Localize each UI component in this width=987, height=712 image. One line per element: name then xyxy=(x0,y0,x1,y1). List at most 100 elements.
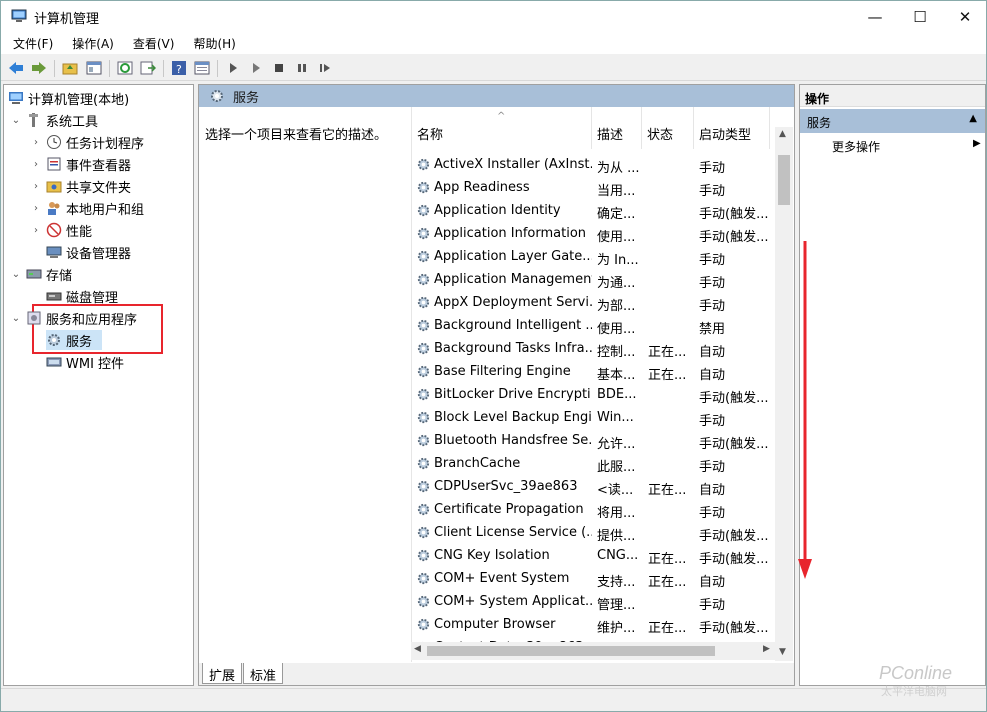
scroll-down-icon[interactable]: ▼ xyxy=(779,647,786,657)
tree-item-event-viewer[interactable]: › 事件查看器 xyxy=(30,154,131,174)
table-row[interactable]: BitLocker Drive Encrypti... BDE... 手动(触发..… xyxy=(412,383,777,406)
expand-icon[interactable]: › xyxy=(30,181,42,192)
tree-item-services-apps[interactable]: ⌄ 服务和应用程序 xyxy=(10,308,137,328)
tree-item-task-scheduler[interactable]: › 任务计划程序 xyxy=(30,132,144,152)
table-row[interactable]: Block Level Backup Engi... Win... 手动 xyxy=(412,406,777,429)
service-startup-type: 手动 xyxy=(699,253,726,268)
table-row[interactable]: CDPUserSvc_39ae863 <读... 正在... 自动 xyxy=(412,475,777,498)
help-icon[interactable]: ? xyxy=(170,59,188,77)
start-service-2-icon[interactable] xyxy=(247,59,265,77)
service-description: 此服... xyxy=(597,460,636,475)
maximize-button[interactable]: ☐ xyxy=(897,1,943,32)
menu-help[interactable]: 帮助(H) xyxy=(181,32,242,54)
actions-section-services[interactable]: 服务 ▲ xyxy=(800,109,985,133)
menu-action[interactable]: 操作(A) xyxy=(60,32,121,54)
table-row[interactable]: Base Filtering Engine 基本... 正在... 自动 xyxy=(412,360,777,383)
tree-item-system-tools[interactable]: ⌄ 系统工具 xyxy=(10,110,98,130)
scroll-right-icon[interactable]: ▶ xyxy=(763,644,770,654)
expand-icon[interactable]: › xyxy=(30,225,42,236)
service-status: 正在... xyxy=(648,621,687,636)
start-service-icon[interactable] xyxy=(224,59,242,77)
service-name: Application Identity xyxy=(434,203,561,218)
table-row[interactable]: Application Information 使用... 手动(触发... xyxy=(412,222,777,245)
services-pane: 服务 选择一个项目来查看它的描述。 名称 ^ 描述 状态 启动类型 ActiveX… xyxy=(198,84,795,686)
export-list-icon[interactable] xyxy=(139,59,157,77)
table-row[interactable]: Background Intelligent ... 使用... 禁用 xyxy=(412,314,777,337)
table-row[interactable]: COM+ Event System 支持... 正在... 自动 xyxy=(412,567,777,590)
scroll-left-icon[interactable]: ◀ xyxy=(414,644,421,654)
service-startup-type: 手动(触发... xyxy=(699,552,769,567)
table-row[interactable]: Application Management 为通... 手动 xyxy=(412,268,777,291)
column-header-startup[interactable]: 启动类型 xyxy=(694,107,770,149)
menu-file[interactable]: 文件(F) xyxy=(1,32,60,54)
table-row[interactable]: App Readiness 当用... 手动 xyxy=(412,176,777,199)
minimize-button[interactable]: — xyxy=(852,1,898,32)
services-title: 服务 xyxy=(233,90,260,106)
horizontal-scrollbar[interactable]: ◀ ▶ xyxy=(411,642,776,660)
service-name: Application Management xyxy=(434,272,592,287)
tree-item-device-manager[interactable]: 设备管理器 xyxy=(46,242,131,262)
tab-extended[interactable]: 扩展 xyxy=(202,663,243,684)
scroll-up-icon[interactable]: ▲ xyxy=(779,129,786,139)
service-description: 基本... xyxy=(597,368,636,383)
service-description: 为通... xyxy=(597,276,636,291)
tree-item-services[interactable]: 服务 xyxy=(46,330,92,350)
table-row[interactable]: Bluetooth Handsfree Se... 允许... 手动(触发... xyxy=(412,429,777,452)
properties-icon[interactable] xyxy=(193,59,211,77)
refresh-icon[interactable] xyxy=(116,59,134,77)
collapse-icon[interactable]: ⌄ xyxy=(10,115,22,126)
expand-icon[interactable]: › xyxy=(30,159,42,170)
pause-service-icon[interactable] xyxy=(293,59,311,77)
tree-item-performance[interactable]: › 性能 xyxy=(30,220,92,240)
close-button[interactable]: ✕ xyxy=(942,1,987,32)
horizontal-scroll-thumb[interactable] xyxy=(427,646,715,656)
menu-view[interactable]: 查看(V) xyxy=(121,32,182,54)
table-row[interactable]: BranchCache 此服... 手动 xyxy=(412,452,777,475)
table-row[interactable]: CNG Key Isolation CNG... 正在... 手动(触发... xyxy=(412,544,777,567)
back-icon[interactable] xyxy=(7,59,25,77)
service-description: Win... xyxy=(597,410,634,425)
service-startup-type: 自动 xyxy=(699,368,726,383)
table-row[interactable]: Application Identity 确定... 手动(触发... xyxy=(412,199,777,222)
table-row[interactable]: Background Tasks Infra... 控制... 正在... 自动 xyxy=(412,337,777,360)
service-name: Background Intelligent ... xyxy=(434,318,592,333)
forward-icon[interactable] xyxy=(30,59,48,77)
table-row[interactable]: Computer Browser 维护... 正在... 手动(触发... xyxy=(412,613,777,636)
table-row[interactable]: ActiveX Installer (AxInst... 为从 ... 手动 xyxy=(412,153,777,176)
service-name: BranchCache xyxy=(434,456,521,471)
tree-item-wmi[interactable]: WMI 控件 xyxy=(46,352,124,372)
column-header-description[interactable]: 描述 xyxy=(592,107,642,149)
tools-icon xyxy=(29,113,38,127)
column-header-name[interactable]: 名称 ^ xyxy=(412,107,592,149)
tree-item-local-users[interactable]: › 本地用户和组 xyxy=(30,198,144,218)
tree-item-storage[interactable]: ⌄ 存储 xyxy=(10,264,72,284)
table-row[interactable]: AppX Deployment Servi... 为部... 手动 xyxy=(412,291,777,314)
stop-service-icon[interactable] xyxy=(270,59,288,77)
service-startup-type: 手动 xyxy=(699,161,726,176)
expand-icon[interactable]: › xyxy=(30,203,42,214)
collapse-icon[interactable]: ⌄ xyxy=(10,269,22,280)
table-row[interactable]: COM+ System Applicat... 管理... 手动 xyxy=(412,590,777,613)
svg-text:?: ? xyxy=(176,63,182,76)
tree-item-shared-folders[interactable]: › 共享文件夹 xyxy=(30,176,131,196)
collapse-up-icon[interactable]: ▲ xyxy=(969,113,977,124)
users-icon xyxy=(48,202,60,215)
more-actions-item[interactable]: 更多操作 xyxy=(832,138,880,155)
vertical-scrollbar[interactable]: ▲ ▼ xyxy=(775,127,793,661)
tree-label: 性能 xyxy=(66,224,93,240)
tree-item-disk-management[interactable]: 磁盘管理 xyxy=(46,286,118,306)
column-header-status[interactable]: 状态 xyxy=(642,107,694,149)
table-row[interactable]: Application Layer Gate... 为 In... 手动 xyxy=(412,245,777,268)
table-row[interactable]: Certificate Propagation 将用... 手动 xyxy=(412,498,777,521)
service-description: 允许... xyxy=(597,437,636,452)
collapse-icon[interactable]: ⌄ xyxy=(10,313,22,324)
vertical-scroll-thumb[interactable] xyxy=(778,155,790,205)
tree-label: 系统工具 xyxy=(46,114,99,130)
tab-standard[interactable]: 标准 xyxy=(243,663,284,684)
tree-item-computer-management[interactable]: 计算机管理(本地) xyxy=(8,88,129,108)
table-row[interactable]: Client License Service (... 提供... 手动(触发... xyxy=(412,521,777,544)
expand-icon[interactable]: › xyxy=(30,137,42,148)
show-hide-tree-icon[interactable] xyxy=(85,59,103,77)
resume-service-icon[interactable] xyxy=(316,59,334,77)
up-folder-icon[interactable] xyxy=(61,59,79,77)
